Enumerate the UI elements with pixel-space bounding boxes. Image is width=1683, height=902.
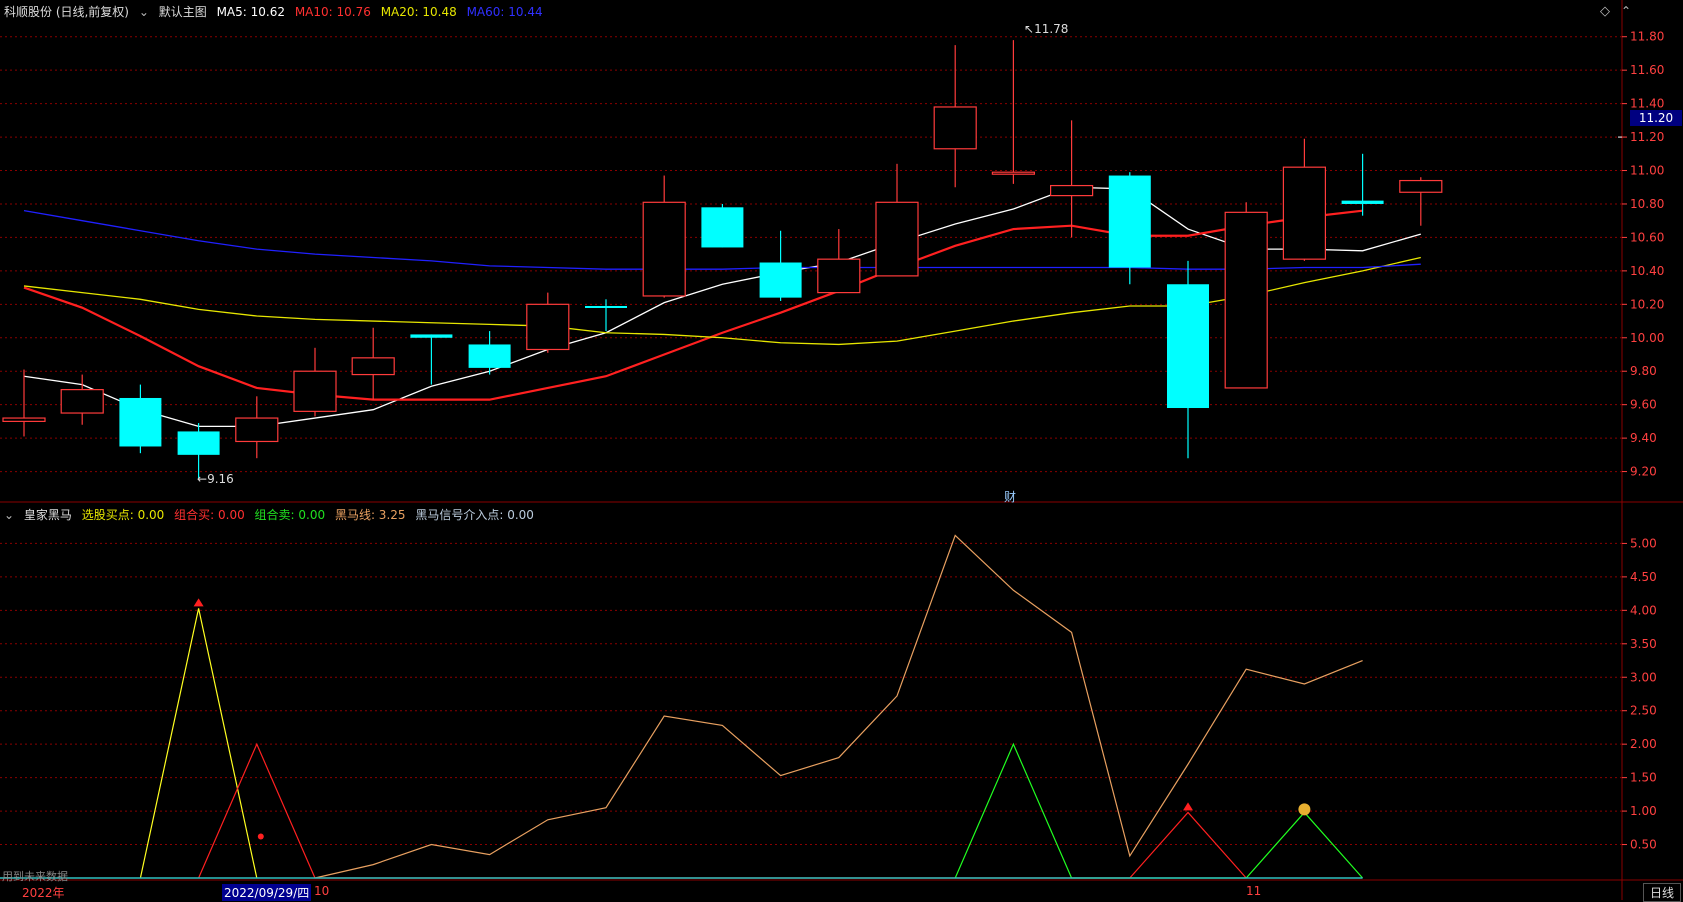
main-chart-label[interactable]: 默认主图 (159, 5, 207, 19)
combo-sell-label: 组合卖: 0.00 (254, 508, 326, 522)
buy-arrow-icon (193, 598, 204, 607)
candle-body-up (351, 357, 395, 376)
finance-marker[interactable]: 财 (1004, 488, 1016, 505)
sub-tick-label: 0.50 (1630, 838, 1657, 852)
sub-series-line (314, 534, 1363, 879)
combo-buy-label: 组合买: 0.00 (174, 508, 245, 522)
ma10-label: MA10: 10.76 (294, 5, 371, 19)
candle-body-up (1282, 166, 1327, 260)
main-tick-label: 11.60 (1630, 63, 1664, 77)
current-price-badge: 11.20 (1630, 110, 1682, 126)
year-label: 2022年 (22, 886, 65, 900)
main-tick-label: 11.20 (1630, 130, 1664, 144)
low-price-annotation: ←9.16 (197, 472, 234, 486)
main-tick-label: 9.60 (1630, 398, 1657, 412)
future-data-note: 用到未来数据 (2, 870, 68, 883)
sub-tick-label: 4.50 (1630, 570, 1657, 584)
chart-canvas[interactable]: 9.20 9.40 9.60 9.80 10.00 10.20 10.40 10.60 10.8… (0, 0, 1683, 900)
sub-tick-label: 2.50 (1630, 704, 1657, 718)
main-tick-label: 9.20 (1630, 465, 1657, 479)
chevron-up-icon[interactable]: ⌃ (1621, 4, 1631, 18)
candle-body-up (1399, 179, 1443, 193)
sub-tick-label: 5.00 (1630, 536, 1657, 550)
sub-tick-label: 2.00 (1630, 737, 1657, 751)
chevron-down-icon[interactable]: ⌄ (4, 508, 14, 522)
low-price-label: 9.16 (207, 472, 234, 486)
candle-body-down (177, 431, 220, 455)
signal-label: 黑马信号介入点: 0.00 (415, 508, 534, 522)
candle-body-down (410, 334, 453, 338)
candle-body-up (933, 106, 977, 150)
candle-body-down (701, 207, 744, 248)
candle-body-down (1108, 175, 1151, 268)
candle-body-up (991, 171, 1036, 175)
month-11-label: 11 (1246, 884, 1262, 898)
main-tick-label: 10.60 (1630, 230, 1664, 244)
high-price-annotation: ↖11.78 (1024, 22, 1069, 36)
indicator-name[interactable]: 皇家黑马 (24, 508, 72, 522)
candle-body-down (759, 262, 802, 298)
sub-tick-label: 4.00 (1630, 603, 1657, 617)
candle-body-down (468, 344, 511, 368)
main-tick-label: 10.00 (1630, 331, 1664, 345)
sub-tick-label: 1.50 (1630, 771, 1657, 785)
chevron-down-icon[interactable]: ⌄ (139, 5, 149, 19)
candle-body-down (119, 397, 162, 447)
sub-tick-label: 3.00 (1630, 670, 1657, 684)
main-chart-header: 科顺股份 (日线,前复权) ⌄ 默认主图 MA5: 10.62 MA10: 10… (4, 3, 549, 20)
main-tick-label: 10.40 (1630, 264, 1664, 278)
candle-body-up (2, 417, 46, 422)
stock-title[interactable]: 科顺股份 (日线,前复权) (4, 5, 129, 19)
diamond-icon[interactable]: ◇ (1600, 4, 1610, 19)
main-tick-label: 11.80 (1630, 30, 1664, 44)
main-tick-label: 11.40 (1630, 97, 1664, 111)
candle-body-down (1167, 284, 1209, 409)
main-tick-label: 10.20 (1630, 297, 1664, 311)
candle-body-up (60, 389, 104, 414)
black-horse-label: 黑马线: 3.25 (334, 508, 406, 522)
candle-body-up (1224, 211, 1268, 389)
indicator-header: ⌄ 皇家黑马 选股买点: 0.00 组合买: 0.00 组合卖: 0.00 黑马… (4, 506, 540, 523)
month-10-label: 10 (314, 884, 330, 898)
combo-buy-arrow-icon (1183, 802, 1193, 811)
candle-body-up (875, 201, 919, 277)
main-tick-label: 11.00 (1630, 164, 1664, 178)
sub-series-line (139, 608, 258, 879)
ma60-label: MA60: 10.44 (466, 5, 543, 19)
sub-tick-label: 1.00 (1630, 804, 1657, 818)
candle-body-up (817, 258, 861, 294)
candle-body-up (235, 417, 279, 443)
main-tick-label: 9.80 (1630, 364, 1657, 378)
candle-body-down (585, 305, 627, 308)
ma5-label: MA5: 10.62 (216, 5, 285, 19)
money-bag-icon (1298, 803, 1311, 816)
candle-body-up (293, 370, 337, 412)
signal-dot-icon (257, 833, 264, 840)
candle-body-up (526, 303, 570, 351)
candle-body-down (1341, 200, 1384, 204)
date-cursor: 2022/09/29/四 (222, 884, 312, 901)
buy-point-label: 选股买点: 0.00 (81, 508, 165, 522)
sub-tick-label: 3.50 (1630, 637, 1657, 651)
main-tick-label: 10.80 (1630, 197, 1664, 211)
period-button[interactable]: 日线 (1643, 883, 1682, 902)
ma20-label: MA20: 10.48 (380, 5, 457, 19)
candle-body-up (642, 201, 686, 297)
main-tick-label: 9.40 (1630, 431, 1657, 445)
high-price-label: 11.78 (1034, 22, 1069, 36)
candle-body-up (1049, 184, 1094, 197)
